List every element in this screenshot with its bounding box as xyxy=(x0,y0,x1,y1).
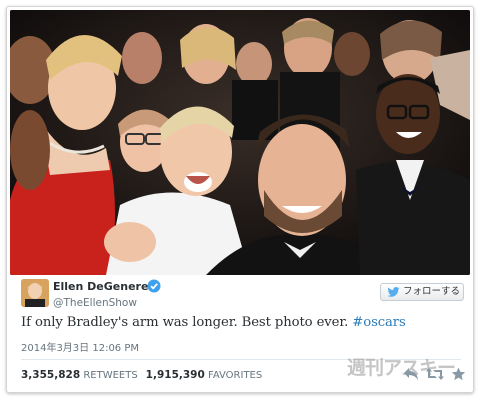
retweets-label[interactable]: RETWEETS xyxy=(83,370,137,381)
tweet-text-body: If only Bradley's arm was longer. Best p… xyxy=(21,315,353,330)
tweet-actions xyxy=(399,367,469,385)
retweets-count[interactable]: 3,355,828 xyxy=(21,369,80,381)
favorites-count[interactable]: 1,915,390 xyxy=(146,369,205,381)
author-handle[interactable]: @TheEllenShow xyxy=(53,297,137,309)
reply-button[interactable] xyxy=(403,367,419,386)
twitter-bird-icon xyxy=(387,287,400,297)
group-selfie-image xyxy=(10,10,470,275)
author-name[interactable]: Ellen DeGeneres xyxy=(53,280,155,293)
avatar-image xyxy=(21,279,49,307)
tweet-text: If only Bradley's arm was longer. Best p… xyxy=(21,315,406,330)
follow-button-label: フォローする xyxy=(403,286,461,297)
favorite-button[interactable] xyxy=(451,367,466,386)
tweet-timestamp[interactable]: 2014年3月3日 12:06 PM xyxy=(21,339,139,354)
hashtag-link[interactable]: #oscars xyxy=(352,315,405,330)
tweet-stats: 3,355,828 RETWEETS 1,915,390 FAVORITES xyxy=(21,369,262,381)
retweet-icon xyxy=(426,368,444,380)
favorites-label[interactable]: FAVORITES xyxy=(208,370,262,381)
verified-badge-icon xyxy=(147,279,161,293)
tweet-photo[interactable] xyxy=(10,10,470,275)
tweet-card: Ellen DeGeneres @TheEllenShow フォローする If … xyxy=(6,6,474,393)
author-avatar[interactable] xyxy=(21,279,49,307)
star-icon xyxy=(451,367,466,381)
reply-icon xyxy=(404,368,418,380)
retweet-button[interactable] xyxy=(425,367,445,386)
follow-button[interactable]: フォローする xyxy=(380,283,464,301)
